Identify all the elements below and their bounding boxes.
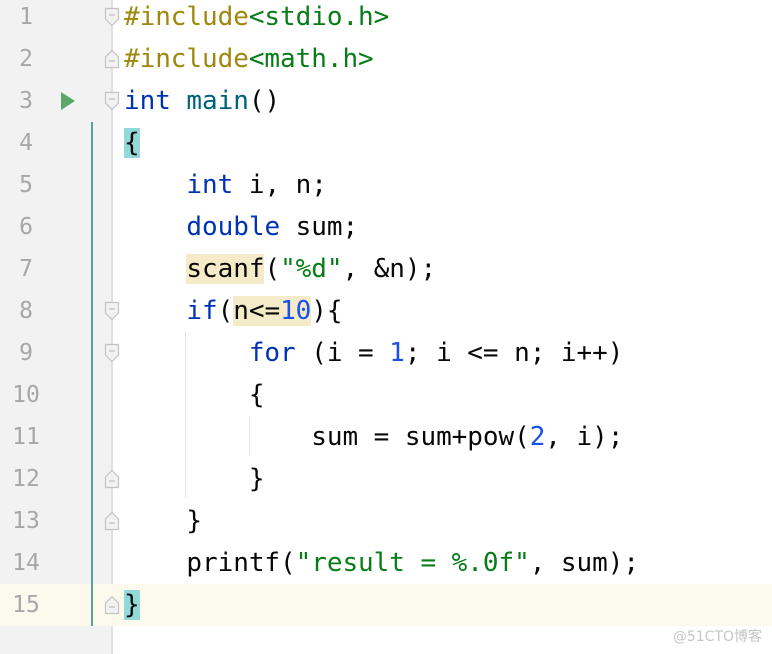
code-line[interactable]: 10 { xyxy=(0,374,772,416)
code-text[interactable]: int main() xyxy=(124,80,280,122)
indent-guide xyxy=(185,332,186,498)
code-token: i, n; xyxy=(233,170,327,200)
code-text[interactable]: { xyxy=(124,122,140,164)
line-number[interactable]: 1 xyxy=(0,0,52,38)
code-line[interactable]: 1 #include<stdio.h> xyxy=(0,0,772,38)
code-token: #include xyxy=(124,44,249,74)
code-token: "result = %.0f" xyxy=(295,548,530,578)
code-token: main xyxy=(186,86,249,116)
code-line[interactable]: 4{ xyxy=(0,122,772,164)
code-line[interactable]: 14 printf("result = %.0f", sum); xyxy=(0,542,772,584)
line-number[interactable]: 9 xyxy=(0,332,52,374)
code-token: 2 xyxy=(529,422,546,452)
code-line[interactable]: 8 if(n<=10){ xyxy=(0,290,772,332)
code-token: "%d" xyxy=(280,254,343,284)
code-token: ; i <= n; i++) xyxy=(404,338,624,368)
code-token: <math.h> xyxy=(248,44,374,74)
line-number[interactable]: 13 xyxy=(0,500,52,542)
code-token: (i = xyxy=(295,338,390,368)
code-text[interactable]: #include<math.h> xyxy=(124,38,374,80)
highlighted-token: } xyxy=(124,590,140,620)
code-text[interactable]: scanf("%d", &n); xyxy=(124,248,436,290)
code-text[interactable]: } xyxy=(124,500,202,542)
code-line[interactable]: 6 double sum; xyxy=(0,206,772,248)
highlighted-token: n<= xyxy=(233,296,281,326)
line-number[interactable]: 3 xyxy=(0,80,52,122)
fold-collapse-icon[interactable] xyxy=(104,91,120,111)
code-token: for xyxy=(248,338,296,368)
run-icon[interactable] xyxy=(61,92,75,110)
code-token: { xyxy=(124,380,265,410)
fold-end-icon[interactable] xyxy=(104,49,120,69)
code-token: 1 xyxy=(389,338,405,368)
line-number[interactable]: 12 xyxy=(0,458,52,500)
indent-guide xyxy=(249,416,250,456)
code-text[interactable]: } xyxy=(124,458,265,500)
code-text[interactable]: int i, n; xyxy=(124,164,327,206)
line-number[interactable]: 4 xyxy=(0,122,52,164)
code-token: int xyxy=(124,86,171,116)
line-number[interactable]: 11 xyxy=(0,416,52,458)
code-text[interactable]: #include<stdio.h> xyxy=(124,0,389,38)
code-token: , i); xyxy=(545,422,624,452)
fold-end-icon[interactable] xyxy=(104,511,120,531)
code-text[interactable]: printf("result = %.0f", sum); xyxy=(124,542,639,584)
code-line[interactable]: 13 } xyxy=(0,500,772,542)
code-token: double xyxy=(186,212,281,242)
code-line[interactable]: 5 int i, n; xyxy=(0,164,772,206)
code-text[interactable]: } xyxy=(124,584,140,626)
line-number[interactable]: 5 xyxy=(0,164,52,206)
code-line[interactable]: 3 int main() xyxy=(0,80,772,122)
code-line[interactable]: 12 } xyxy=(0,458,772,500)
vcs-change-marker[interactable] xyxy=(91,122,93,626)
line-number[interactable]: 15 xyxy=(0,584,52,626)
code-text[interactable]: for (i = 1; i <= n; i++) xyxy=(124,332,624,374)
code-token: () xyxy=(248,86,281,116)
code-token: int xyxy=(186,170,234,200)
code-line[interactable]: 11 sum = sum+pow(2, i); xyxy=(0,416,772,458)
code-token: printf( xyxy=(124,548,296,578)
line-number[interactable]: 2 xyxy=(0,38,52,80)
code-line[interactable]: 2 #include<math.h> xyxy=(0,38,772,80)
code-token: sum; xyxy=(280,212,359,242)
line-number[interactable]: 6 xyxy=(0,206,52,248)
code-token: <stdio.h> xyxy=(248,2,390,32)
highlighted-token: scanf xyxy=(186,254,265,284)
fold-end-icon[interactable] xyxy=(104,469,120,489)
fold-end-icon[interactable] xyxy=(104,595,120,615)
fold-collapse-icon[interactable] xyxy=(104,343,120,363)
code-token: ){ xyxy=(311,296,343,326)
code-text[interactable]: double sum; xyxy=(124,206,358,248)
line-number[interactable]: 10 xyxy=(0,374,52,416)
code-token: #include xyxy=(124,2,249,32)
line-number[interactable]: 8 xyxy=(0,290,52,332)
line-number[interactable]: 7 xyxy=(0,248,52,290)
code-token: ( xyxy=(217,296,234,326)
code-text[interactable]: if(n<=10){ xyxy=(124,290,343,332)
fold-collapse-icon[interactable] xyxy=(104,301,120,321)
code-line[interactable]: 15} xyxy=(0,584,772,626)
fold-collapse-icon[interactable] xyxy=(104,7,120,27)
code-token: } xyxy=(124,506,203,536)
code-token: , sum); xyxy=(529,548,639,578)
code-token: if xyxy=(186,296,218,326)
code-token: ( xyxy=(264,254,281,284)
line-number[interactable]: 14 xyxy=(0,542,52,584)
code-token: , &n); xyxy=(342,254,437,284)
code-text[interactable]: sum = sum+pow(2, i); xyxy=(124,416,623,458)
code-token: } xyxy=(124,464,265,494)
watermark: @51CTO博客 xyxy=(672,629,762,645)
highlighted-token: { xyxy=(124,128,140,158)
code-line[interactable]: 9 for (i = 1; i <= n; i++) xyxy=(0,332,772,374)
code-text[interactable]: { xyxy=(124,374,265,416)
code-line[interactable]: 7 scanf("%d", &n); xyxy=(0,248,772,290)
highlighted-token: 10 xyxy=(280,296,312,326)
